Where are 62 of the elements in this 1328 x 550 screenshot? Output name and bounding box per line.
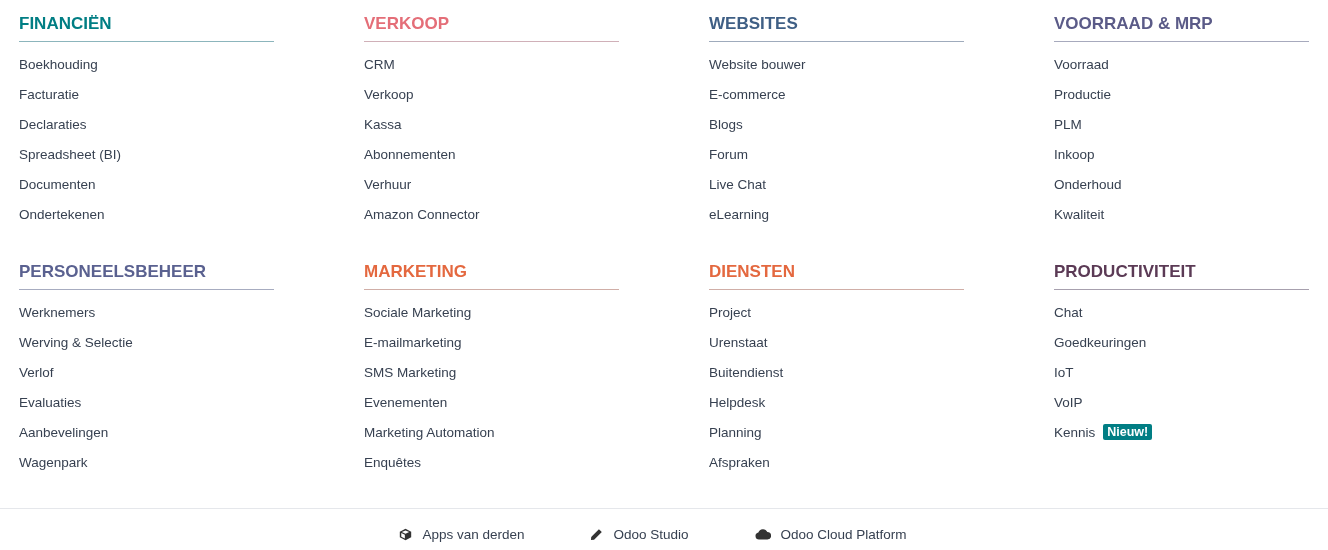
app-link[interactable]: Afspraken [709,454,770,470]
app-link[interactable]: Amazon Connector [364,206,480,222]
category-heading: FINANCIËN [19,12,274,42]
category-heading: PERSONEELSBEHEER [19,260,274,290]
footer-link[interactable]: Apps van derden [399,526,525,542]
app-link[interactable]: Verkoop [364,86,414,102]
app-link[interactable]: IoT [1054,364,1074,380]
app-link[interactable]: Aanbevelingen [19,424,109,440]
app-link[interactable]: Evaluaties [19,394,82,410]
app-link[interactable]: Blogs [709,116,743,132]
app-link[interactable]: PLM [1054,116,1082,132]
cube-icon [399,527,413,541]
app-link[interactable]: Chat [1054,304,1083,320]
app-link[interactable]: Evenementen [364,394,448,410]
app-link[interactable]: Helpdesk [709,394,766,410]
app-link[interactable]: Inkoop [1054,146,1095,162]
app-link[interactable]: Website bouwer [709,56,806,72]
app-link[interactable]: E-mailmarketing [364,334,462,350]
app-link[interactable]: Forum [709,146,748,162]
cloud-icon [754,528,771,540]
app-link[interactable]: VoIP [1054,394,1083,410]
pencil-icon [590,527,604,541]
app-link[interactable]: Boekhouding [19,56,98,72]
footer-link[interactable]: Odoo Cloud Platform [754,526,907,542]
app-link[interactable]: E-commerce [709,86,786,102]
app-link[interactable]: Documenten [19,176,96,192]
app-link[interactable]: Sociale Marketing [364,304,472,320]
app-link[interactable]: Spreadsheet (BI) [19,146,122,162]
app-link[interactable]: Verhuur [364,176,412,192]
app-link[interactable]: SMS Marketing [364,364,457,380]
app-link[interactable]: Voorraad [1054,56,1109,72]
app-link[interactable]: Werving & Selectie [19,334,133,350]
app-link[interactable]: Live Chat [709,176,767,192]
category-heading: MARKETING [364,260,619,290]
app-link[interactable]: Urenstaat [709,334,768,350]
app-link[interactable]: Marketing Automation [364,424,495,440]
footer-link[interactable]: Odoo Studio [590,526,689,542]
category-heading: VERKOOP [364,12,619,42]
app-link[interactable]: CRM [364,56,395,72]
app-link[interactable]: Goedkeuringen [1054,334,1147,350]
app-link[interactable]: eLearning [709,206,770,222]
app-link[interactable]: Werknemers [19,304,96,320]
app-link[interactable]: Verlof [19,364,54,380]
app-link[interactable]: Planning [709,424,762,440]
app-link[interactable]: Kennis [1054,424,1096,440]
app-link[interactable]: Kassa [364,116,402,132]
app-link[interactable]: Abonnementen [364,146,456,162]
app-link[interactable]: Project [709,304,752,320]
new-badge: Nieuw! [1103,424,1153,440]
app-link[interactable]: Onderhoud [1054,176,1122,192]
category-heading: PRODUCTIVITEIT [1054,260,1309,290]
category-heading: WEBSITES [709,12,964,42]
app-link[interactable]: Kwaliteit [1054,206,1105,222]
app-link[interactable]: Facturatie [19,86,80,102]
category-heading: VOORRAAD & MRP [1054,12,1309,42]
app-link[interactable]: Wagenpark [19,454,88,470]
app-link[interactable]: Enquêtes [364,454,422,470]
app-link[interactable]: Ondertekenen [19,206,105,222]
app-link[interactable]: Buitendienst [709,364,784,380]
category-heading: DIENSTEN [709,260,964,290]
app-link[interactable]: Productie [1054,86,1112,102]
app-link[interactable]: Declaraties [19,116,87,132]
